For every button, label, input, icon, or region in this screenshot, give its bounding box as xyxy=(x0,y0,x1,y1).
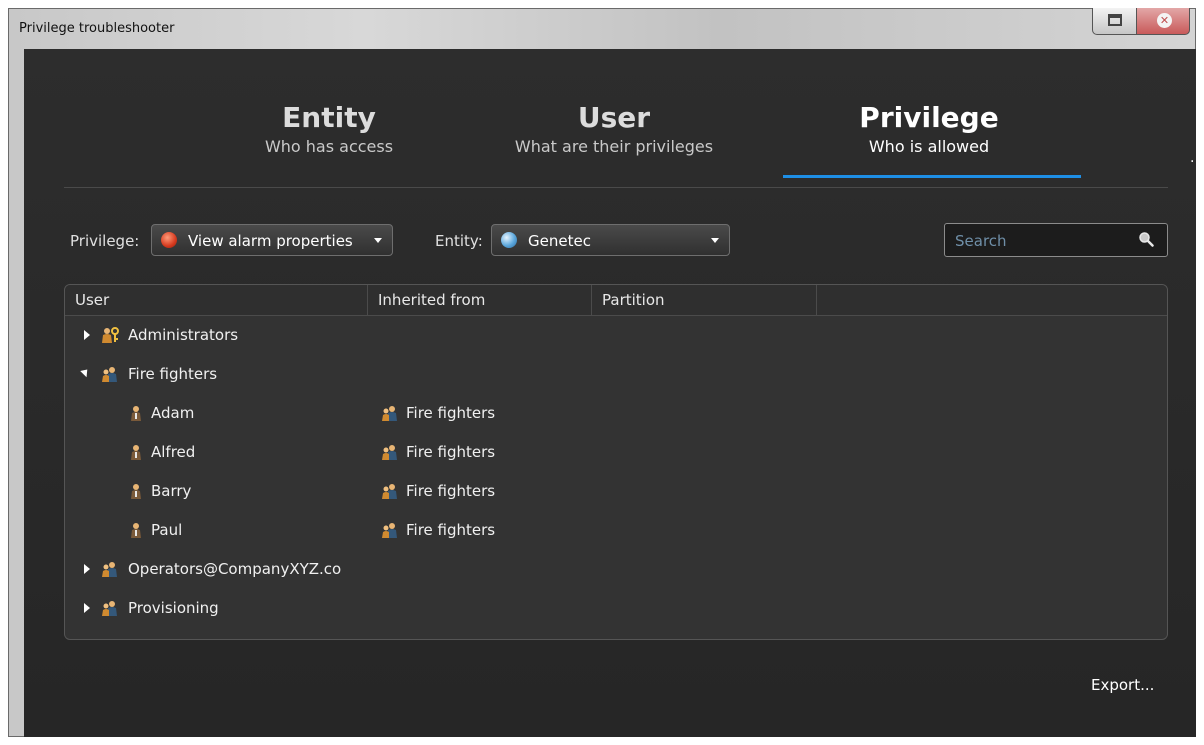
entity-dropdown[interactable]: Genetec xyxy=(491,224,730,256)
user-name-cell: Administrators xyxy=(128,326,239,344)
chevron-down-icon xyxy=(711,238,719,243)
table-row[interactable]: Operators@CompanyXYZ.co xyxy=(65,550,1167,589)
user-group-icon xyxy=(101,365,119,383)
table-row[interactable]: Fire fighters xyxy=(65,355,1167,394)
inherited-from-cell: Fire fighters xyxy=(406,482,496,500)
tab-entity-title: Entity xyxy=(282,101,376,134)
search-box[interactable] xyxy=(944,223,1168,257)
inherited-from-cell: Fire fighters xyxy=(406,443,496,461)
table-row[interactable]: Adam Fire fighters xyxy=(65,394,1167,433)
tab-entity-subtitle: Who has access xyxy=(264,137,394,156)
active-tab-indicator xyxy=(783,175,1081,178)
close-icon: ✕ xyxy=(1157,13,1172,28)
user-icon xyxy=(127,482,145,500)
window-frame: Privilege troubleshooter ✕ Entity Who ha… xyxy=(8,8,1196,737)
inherited-from-cell: Fire fighters xyxy=(406,521,496,539)
user-group-icon xyxy=(381,521,399,539)
collapsed-arrow-icon[interactable] xyxy=(84,330,90,340)
search-input[interactable] xyxy=(953,230,1127,252)
window-title: Privilege troubleshooter xyxy=(19,21,175,36)
expanded-arrow-icon[interactable] xyxy=(80,366,91,378)
user-group-icon xyxy=(381,443,399,461)
column-header-user[interactable]: User xyxy=(65,285,368,315)
user-name-cell: Provisioning xyxy=(128,599,219,617)
privilege-label: Privilege: xyxy=(70,232,140,250)
tab-user[interactable]: User What are their privileges xyxy=(484,101,744,156)
tab-user-subtitle: What are their privileges xyxy=(514,137,714,156)
admin-group-icon xyxy=(101,326,119,344)
table-row[interactable]: Alfred Fire fighters xyxy=(65,433,1167,472)
user-icon xyxy=(127,404,145,422)
collapsed-arrow-icon[interactable] xyxy=(84,564,90,574)
user-name-cell: Paul xyxy=(151,521,183,539)
alarm-icon xyxy=(161,232,177,248)
tab-user-title: User xyxy=(577,101,651,134)
column-header-inherited-from[interactable]: Inherited from xyxy=(368,285,592,315)
entity-label: Entity: xyxy=(435,232,483,250)
maximize-button[interactable] xyxy=(1092,8,1137,35)
table-row[interactable]: Administrators xyxy=(65,316,1167,355)
privilege-dropdown[interactable]: View alarm properties xyxy=(151,224,393,256)
chevron-down-icon xyxy=(374,238,382,243)
results-grid: User Inherited from Partition Administra… xyxy=(64,284,1168,640)
user-group-icon xyxy=(381,482,399,500)
overflow-dot: · xyxy=(1190,154,1195,170)
globe-icon xyxy=(501,232,517,248)
user-name-cell: Fire fighters xyxy=(128,365,218,383)
close-button[interactable]: ✕ xyxy=(1136,8,1190,35)
user-icon xyxy=(127,443,145,461)
maximize-icon xyxy=(1108,14,1122,26)
user-name-cell: Barry xyxy=(151,482,192,500)
table-row[interactable]: Paul Fire fighters xyxy=(65,511,1167,550)
user-name-cell: Adam xyxy=(151,404,195,422)
column-header-partition[interactable]: Partition xyxy=(592,285,817,315)
search-icon[interactable] xyxy=(1138,231,1154,247)
export-button[interactable]: Export... xyxy=(1091,676,1154,694)
user-icon xyxy=(127,521,145,539)
tab-divider xyxy=(64,187,1168,188)
tab-entity[interactable]: Entity Who has access xyxy=(229,101,429,156)
entity-dropdown-value: Genetec xyxy=(528,232,591,250)
table-row[interactable]: Barry Fire fighters xyxy=(65,472,1167,511)
user-name-cell: Alfred xyxy=(151,443,196,461)
collapsed-arrow-icon[interactable] xyxy=(84,603,90,613)
user-group-icon xyxy=(101,560,119,578)
grid-header: User Inherited from Partition xyxy=(65,285,1167,316)
tab-privilege-subtitle: Who is allowed xyxy=(868,137,990,156)
main-panel: Entity Who has access User What are thei… xyxy=(24,49,1196,737)
privilege-dropdown-value: View alarm properties xyxy=(188,232,353,250)
user-group-icon xyxy=(101,599,119,617)
inherited-from-cell: Fire fighters xyxy=(406,404,496,422)
tab-privilege-title: Privilege xyxy=(859,101,999,134)
user-name-cell: Operators@CompanyXYZ.co xyxy=(128,560,342,578)
tab-privilege[interactable]: Privilege Who is allowed xyxy=(819,101,1039,156)
user-group-icon xyxy=(381,404,399,422)
table-row[interactable]: Provisioning xyxy=(65,589,1167,628)
